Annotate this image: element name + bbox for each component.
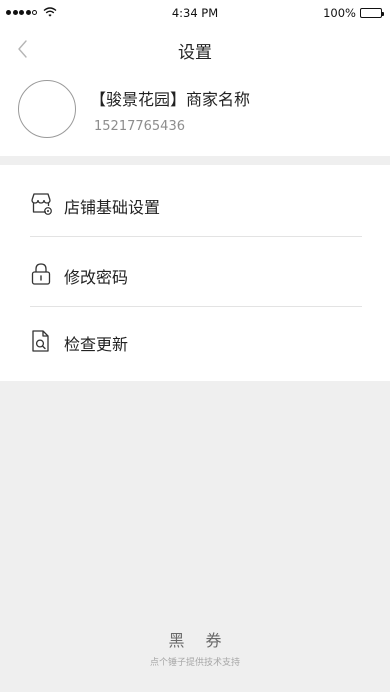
chevron-left-icon xyxy=(18,40,27,58)
page-title: 设置 xyxy=(178,43,212,63)
shop-icon xyxy=(31,193,52,215)
battery-indicator: 100% xyxy=(323,6,384,20)
document-search-icon xyxy=(32,330,49,352)
menu-item-shop-settings[interactable]: 店铺基础设置 xyxy=(0,165,390,233)
footer-note: 点个锤子提供技术支持 xyxy=(149,658,240,668)
menu-item-change-password[interactable]: 修改密码 xyxy=(0,237,390,305)
status-bar: 4:34 PM 100% xyxy=(0,0,390,26)
shop-name: 【骏景花园】商家名称 xyxy=(90,90,251,109)
menu-item-check-update[interactable]: 检查更新 xyxy=(0,307,390,375)
menu-item-label: 检查更新 xyxy=(64,335,129,354)
shop-profile-card[interactable]: 【骏景花园】商家名称 15217765436 xyxy=(0,72,390,156)
back-button[interactable] xyxy=(14,38,34,60)
battery-icon xyxy=(360,8,384,18)
avatar[interactable] xyxy=(18,80,76,138)
battery-percent: 100% xyxy=(323,6,356,20)
footer-brand: 黑 券 xyxy=(168,631,230,650)
lock-icon xyxy=(31,263,51,285)
menu-item-label: 店铺基础设置 xyxy=(64,198,161,217)
settings-menu: 店铺基础设置 修改密码 检查更新 xyxy=(0,165,390,381)
menu-item-label: 修改密码 xyxy=(64,268,129,287)
shop-phone: 15217765436 xyxy=(94,119,185,134)
nav-bar: 设置 xyxy=(0,26,390,72)
